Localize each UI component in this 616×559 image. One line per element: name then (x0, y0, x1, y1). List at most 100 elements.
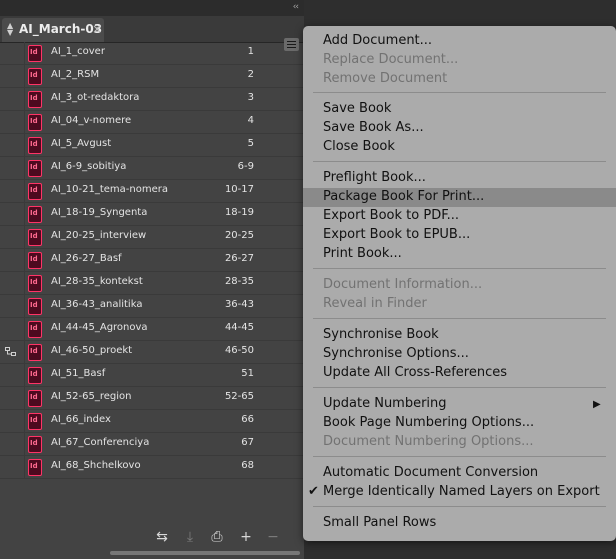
status-column (0, 249, 25, 271)
status-column (0, 318, 25, 340)
document-row[interactable]: Id AI_46-50_proekt 46-50 (0, 341, 304, 364)
document-row[interactable]: Id AI_28-35_kontekst 28-35 (0, 272, 304, 295)
close-icon[interactable]: × (92, 22, 102, 36)
menu-item-save-book[interactable]: Save Book (323, 101, 391, 116)
document-name: AI_52-65_region (51, 391, 132, 402)
document-name: AI_5_Avgust (51, 138, 112, 149)
indesign-document-icon: Id (28, 390, 42, 407)
status-column (0, 88, 25, 110)
menu-item-update-numbering[interactable]: Update Numbering (323, 396, 447, 411)
menu-item-small-panel-rows[interactable]: Small Panel Rows (323, 515, 436, 530)
synchronize-icon[interactable]: ⇆ (155, 530, 169, 544)
menu-item-merge-identically-named-layers-on-export[interactable]: Merge Identically Named Layers on Export (323, 484, 600, 499)
indesign-document-icon: Id (28, 45, 42, 62)
document-page-range: 26-27 (224, 253, 254, 264)
collapse-panel-icon[interactable]: ‹‹ (293, 2, 299, 12)
panel-tab-bar: ▲ ▼ AI_March-03 × (0, 16, 304, 51)
document-row[interactable]: Id AI_2_RSM 2 (0, 65, 304, 88)
indesign-document-icon: Id (28, 160, 42, 177)
tab-expand-icon[interactable]: ▲ ▼ (7, 22, 13, 37)
submenu-arrow-icon: ▶ (593, 399, 601, 410)
status-column (0, 272, 25, 294)
document-name: AI_68_Shchelkovo (51, 460, 141, 471)
remove-document-icon[interactable]: − (266, 530, 280, 544)
menu-item-print-book[interactable]: Print Book... (323, 246, 402, 261)
menu-separator (313, 268, 606, 269)
status-column (0, 341, 25, 363)
document-row[interactable]: Id AI_52-65_region 52-65 (0, 387, 304, 410)
indesign-document-icon: Id (28, 344, 42, 361)
book-tab-title: AI_March-03 (19, 22, 103, 36)
menu-item-automatic-document-conversion[interactable]: Automatic Document Conversion (323, 465, 538, 480)
status-column (0, 226, 25, 248)
document-page-range: 36-43 (224, 299, 254, 310)
indesign-document-icon: Id (28, 367, 42, 384)
document-page-range: 44-45 (224, 322, 254, 333)
menu-item-export-book-to-pdf[interactable]: Export Book to PDF... (323, 208, 459, 223)
menu-item-preflight-book[interactable]: Preflight Book... (323, 170, 426, 185)
document-name: AI_3_ot-redaktora (51, 92, 140, 103)
menu-separator (313, 387, 606, 388)
document-row[interactable]: Id AI_68_Shchelkovo 68 (0, 456, 304, 479)
document-page-range: 67 (241, 437, 254, 448)
menu-item-close-book[interactable]: Close Book (323, 139, 395, 154)
menu-item-synchronise-options[interactable]: Synchronise Options... (323, 346, 469, 361)
indesign-document-icon: Id (28, 321, 42, 338)
menu-item-remove-document: Remove Document (323, 71, 448, 86)
panel-bottom-toolbar: ⇆ ⤓ ⎙ + − (0, 524, 304, 552)
document-name: AI_20-25_interview (51, 230, 147, 241)
document-name: AI_26-27_Basf (51, 253, 122, 264)
menu-item-export-book-to-epub[interactable]: Export Book to EPUB... (323, 227, 470, 242)
document-row[interactable]: Id AI_51_Basf 51 (0, 364, 304, 387)
document-row[interactable]: Id AI_04_v-nomere 4 (0, 111, 304, 134)
print-book-icon[interactable]: ⎙ (210, 530, 224, 544)
style-source-icon (5, 347, 16, 356)
menu-item-save-book-as[interactable]: Save Book As... (323, 120, 424, 135)
document-row[interactable]: Id AI_66_index 66 (0, 410, 304, 433)
status-column (0, 157, 25, 179)
document-name: AI_66_index (51, 414, 111, 425)
document-row[interactable]: Id AI_3_ot-redaktora 3 (0, 88, 304, 111)
document-name: AI_10-21_tema-nomera (51, 184, 168, 195)
status-column (0, 180, 25, 202)
checkmark-icon: ✔ (308, 484, 319, 499)
menu-item-synchronise-book[interactable]: Synchronise Book (323, 327, 439, 342)
status-column (0, 387, 25, 409)
horizontal-scrollbar[interactable] (110, 551, 300, 555)
menu-item-package-book-for-print[interactable]: Package Book For Print... (323, 189, 484, 204)
document-name: AI_1_cover (51, 46, 105, 57)
document-row[interactable]: Id AI_67_Conferenciya 67 (0, 433, 304, 456)
menu-item-add-document[interactable]: Add Document... (323, 33, 432, 48)
document-name: AI_18-19_Syngenta (51, 207, 148, 218)
document-row[interactable]: Id AI_5_Avgust 5 (0, 134, 304, 157)
indesign-document-icon: Id (28, 91, 42, 108)
document-row[interactable]: Id AI_1_cover 1 (0, 42, 304, 65)
menu-item-update-all-cross-references[interactable]: Update All Cross-References (323, 365, 507, 380)
document-page-range: 68 (241, 460, 254, 471)
document-name: AI_2_RSM (51, 69, 100, 80)
status-column (0, 42, 25, 64)
document-row[interactable]: Id AI_44-45_Agronova 44-45 (0, 318, 304, 341)
indesign-document-icon: Id (28, 436, 42, 453)
add-document-icon[interactable]: + (239, 530, 253, 544)
document-row[interactable]: Id AI_36-43_analitika 36-43 (0, 295, 304, 318)
status-column (0, 364, 25, 386)
document-row[interactable]: Id AI_18-19_Syngenta 18-19 (0, 203, 304, 226)
status-column (0, 134, 25, 156)
indesign-document-icon: Id (28, 137, 42, 154)
save-book-icon[interactable]: ⤓ (183, 530, 197, 544)
menu-item-book-page-numbering-options[interactable]: Book Page Numbering Options... (323, 415, 534, 430)
menu-item-document-information: Document Information... (323, 277, 483, 292)
indesign-document-icon: Id (28, 298, 42, 315)
document-row[interactable]: Id AI_6-9_sobitiya 6-9 (0, 157, 304, 180)
document-row[interactable]: Id AI_10-21_tema-nomera 10-17 (0, 180, 304, 203)
document-row[interactable]: Id AI_20-25_interview 20-25 (0, 226, 304, 249)
document-page-range: 46-50 (224, 345, 254, 356)
document-page-range: 5 (247, 138, 254, 149)
status-column (0, 65, 25, 87)
indesign-document-icon: Id (28, 275, 42, 292)
book-tab[interactable]: ▲ ▼ AI_March-03 × (2, 18, 104, 42)
status-column (0, 111, 25, 133)
indesign-document-icon: Id (28, 114, 42, 131)
document-row[interactable]: Id AI_26-27_Basf 26-27 (0, 249, 304, 272)
